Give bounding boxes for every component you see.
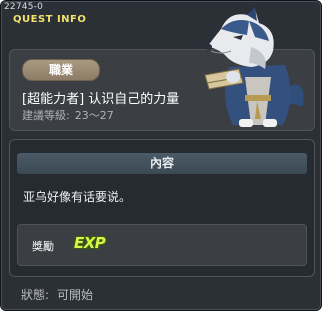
quest-status: 狀態: 可開始 <box>21 286 93 303</box>
quest-detail-panel: 內容 亚乌好像有话要说。 獎勵 EXP <box>9 139 315 277</box>
content-header: 內容 <box>17 153 307 174</box>
quest-id: 22745-0 <box>4 2 44 12</box>
reward-box: 獎勵 EXP <box>17 224 307 266</box>
job-badge: 職業 <box>22 59 100 81</box>
level-label: 建議等級: <box>22 109 70 122</box>
quest-name: [超能力者] 认识自己的力量 <box>22 92 180 107</box>
recommended-level: 建議等級: 23～27 <box>22 107 114 123</box>
wolf-npc-icon <box>204 7 304 127</box>
reward-label: 獎勵 <box>32 240 54 253</box>
status-label: 狀態: <box>21 288 50 302</box>
level-range: 23～27 <box>74 109 114 122</box>
exp-icon: EXP <box>74 234 106 252</box>
window-title: QUEST INFO <box>13 14 87 25</box>
quest-info-window: 22745-0 QUEST INFO 職業 [超能力者] 认识自己的力量 建議等… <box>0 0 322 311</box>
content-text: 亚乌好像有话要说。 <box>23 190 132 204</box>
status-value: 可開始 <box>57 288 94 302</box>
